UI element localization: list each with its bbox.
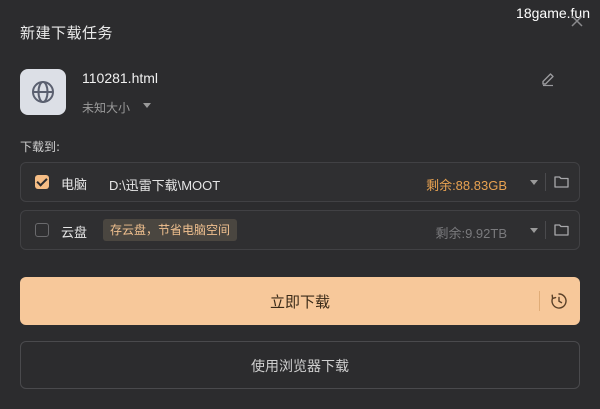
chevron-down-icon[interactable] <box>530 180 538 185</box>
cloud-tip-badge: 存云盘，节省电脑空间 <box>103 219 238 241</box>
browser-download-label: 使用浏览器下载 <box>251 359 349 375</box>
close-icon[interactable] <box>570 14 584 28</box>
cloud-free-space: 剩余:9.92TB <box>435 226 507 241</box>
pc-checkbox[interactable] <box>35 175 49 189</box>
edit-icon[interactable] <box>540 71 556 87</box>
chevron-down-icon[interactable] <box>530 228 538 233</box>
folder-icon[interactable] <box>554 223 569 236</box>
save-location-cloud[interactable]: 云盘 存云盘，节省电脑空间 剩余:9.92TB <box>20 210 580 250</box>
divider <box>545 173 546 191</box>
divider <box>545 221 546 239</box>
file-type-icon <box>20 69 66 115</box>
save-to-label: 下载到: <box>20 140 61 154</box>
pc-free-space: 剩余:88.83GB <box>426 178 507 193</box>
cloud-label: 云盘 <box>61 226 88 241</box>
new-download-dialog: 新建下载任务 18game.fun 110281.html 未知大小 下载到: … <box>0 0 600 409</box>
dialog-title: 新建下载任务 <box>20 24 114 42</box>
browser-download-button[interactable]: 使用浏览器下载 <box>20 341 580 389</box>
cloud-checkbox[interactable] <box>35 223 49 237</box>
clock-icon[interactable] <box>550 292 568 310</box>
folder-icon[interactable] <box>554 175 569 188</box>
download-now-button[interactable]: 立即下载 <box>20 277 580 325</box>
chevron-down-icon[interactable] <box>143 103 151 108</box>
download-path: D:\迅雷下载\MOOT <box>109 178 221 193</box>
save-location-pc[interactable]: 电脑 D:\迅雷下载\MOOT 剩余:88.83GB <box>20 162 580 202</box>
divider <box>539 291 540 311</box>
globe-icon <box>32 81 54 103</box>
file-name: 110281.html <box>82 70 159 86</box>
pc-label: 电脑 <box>61 178 88 193</box>
download-now-label: 立即下载 <box>269 293 330 311</box>
file-size[interactable]: 未知大小 <box>82 99 130 116</box>
